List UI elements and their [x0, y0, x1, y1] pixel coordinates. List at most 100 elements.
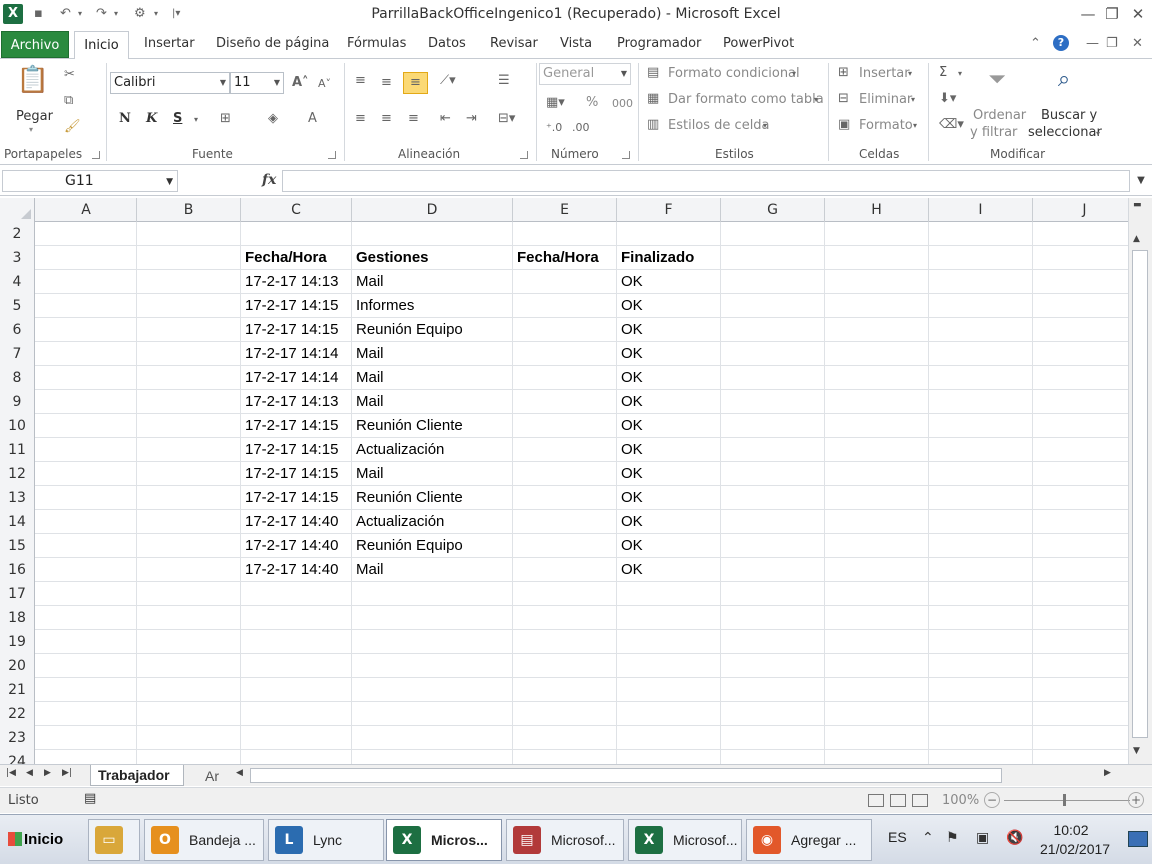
- cell-e14[interactable]: [513, 510, 617, 534]
- close-workbook-icon[interactable]: ✕: [1132, 36, 1143, 51]
- cell-h21[interactable]: [825, 678, 929, 702]
- align-top-icon[interactable]: ≡: [355, 73, 366, 88]
- cell-f2[interactable]: [617, 222, 721, 246]
- row-header[interactable]: 23: [0, 726, 35, 750]
- borders-icon[interactable]: ⊞: [220, 111, 231, 126]
- cell-j18[interactable]: [1033, 606, 1128, 630]
- cell-d5[interactable]: Informes: [352, 294, 513, 318]
- cell-d17[interactable]: [352, 582, 513, 606]
- cell-a18[interactable]: [36, 606, 137, 630]
- language-indicator[interactable]: ES: [888, 829, 907, 845]
- tab-page-layout[interactable]: Diseño de página: [216, 36, 329, 51]
- cell-b2[interactable]: [137, 222, 241, 246]
- network-icon[interactable]: ▣: [976, 830, 989, 846]
- cell-f19[interactable]: [617, 630, 721, 654]
- cell-f21[interactable]: [617, 678, 721, 702]
- column-header-b[interactable]: B: [137, 198, 241, 222]
- cell-c21[interactable]: [241, 678, 352, 702]
- normal-view-icon[interactable]: [868, 794, 884, 807]
- row-header[interactable]: 5: [0, 294, 35, 318]
- cell-g5[interactable]: [721, 294, 825, 318]
- formula-input[interactable]: [282, 170, 1130, 192]
- shrink-font-icon[interactable]: A˅: [318, 77, 331, 90]
- cell-j24[interactable]: [1033, 750, 1128, 764]
- column-header-g[interactable]: G: [721, 198, 825, 222]
- italic-button[interactable]: K: [146, 111, 157, 126]
- cell-b14[interactable]: [137, 510, 241, 534]
- cell-b12[interactable]: [137, 462, 241, 486]
- cell-e20[interactable]: [513, 654, 617, 678]
- thousands-button[interactable]: 000: [612, 97, 633, 110]
- cell-h12[interactable]: [825, 462, 929, 486]
- scroll-down-icon[interactable]: ▼: [1133, 746, 1140, 756]
- cell-c22[interactable]: [241, 702, 352, 726]
- name-box[interactable]: G11 ▼: [2, 170, 178, 192]
- taskbar-item-outlook[interactable]: O Bandeja ...: [144, 819, 264, 861]
- action-center-icon[interactable]: ⚑: [946, 830, 959, 846]
- row-header[interactable]: 16: [0, 558, 35, 582]
- cell-a23[interactable]: [36, 726, 137, 750]
- cell-b3[interactable]: [137, 246, 241, 270]
- tab-home[interactable]: Inicio: [74, 31, 129, 60]
- restore-icon[interactable]: ❐: [1100, 2, 1124, 26]
- cell-c18[interactable]: [241, 606, 352, 630]
- cell-c19[interactable]: [241, 630, 352, 654]
- row-header[interactable]: 24: [0, 750, 35, 764]
- cell-f18[interactable]: [617, 606, 721, 630]
- underline-dropdown-icon[interactable]: ▾: [194, 115, 198, 124]
- find-select-button[interactable]: Buscar y: [1041, 108, 1097, 123]
- volume-muted-icon[interactable]: 🔇: [1006, 830, 1023, 846]
- insert-cells-button[interactable]: Insertar: [859, 66, 910, 81]
- cell-a9[interactable]: [36, 390, 137, 414]
- cell-e7[interactable]: [513, 342, 617, 366]
- cell-i22[interactable]: [929, 702, 1033, 726]
- zoom-in-icon[interactable]: +: [1128, 792, 1144, 808]
- cell-g13[interactable]: [721, 486, 825, 510]
- cell-h6[interactable]: [825, 318, 929, 342]
- cell-j13[interactable]: [1033, 486, 1128, 510]
- cell-b5[interactable]: [137, 294, 241, 318]
- cell-e11[interactable]: [513, 438, 617, 462]
- cell-d21[interactable]: [352, 678, 513, 702]
- cell-c9[interactable]: 17-2-17 14:13: [241, 390, 352, 414]
- cell-d16[interactable]: Mail: [352, 558, 513, 582]
- cell-i17[interactable]: [929, 582, 1033, 606]
- cell-b7[interactable]: [137, 342, 241, 366]
- cell-e23[interactable]: [513, 726, 617, 750]
- cell-b16[interactable]: [137, 558, 241, 582]
- cell-i23[interactable]: [929, 726, 1033, 750]
- row-header[interactable]: 19: [0, 630, 35, 654]
- sheet-tab-second[interactable]: Ar: [188, 766, 228, 786]
- cell-b4[interactable]: [137, 270, 241, 294]
- hscroll-right-icon[interactable]: ▶: [1104, 768, 1111, 778]
- taskbar-item-firefox[interactable]: ◉ Agregar ...: [746, 819, 872, 861]
- cell-f7[interactable]: OK: [617, 342, 721, 366]
- cell-d18[interactable]: [352, 606, 513, 630]
- cell-f3[interactable]: Finalizado: [617, 246, 721, 270]
- cell-f4[interactable]: OK: [617, 270, 721, 294]
- clear-icon[interactable]: ⌫▾: [939, 117, 964, 132]
- fill-icon[interactable]: ⬇▾: [939, 91, 956, 106]
- zoom-level[interactable]: 100%: [942, 793, 979, 808]
- cell-e19[interactable]: [513, 630, 617, 654]
- cell-c4[interactable]: 17-2-17 14:13: [241, 270, 352, 294]
- cell-c7[interactable]: 17-2-17 14:14: [241, 342, 352, 366]
- tab-formulas[interactable]: Fórmulas: [347, 36, 406, 51]
- cell-j16[interactable]: [1033, 558, 1128, 582]
- cell-h11[interactable]: [825, 438, 929, 462]
- cell-c11[interactable]: 17-2-17 14:15: [241, 438, 352, 462]
- row-header[interactable]: 4: [0, 270, 35, 294]
- cell-f11[interactable]: OK: [617, 438, 721, 462]
- cell-c8[interactable]: 17-2-17 14:14: [241, 366, 352, 390]
- cell-g20[interactable]: [721, 654, 825, 678]
- cell-d20[interactable]: [352, 654, 513, 678]
- cell-g11[interactable]: [721, 438, 825, 462]
- tab-view[interactable]: Vista: [560, 36, 592, 51]
- cell-j2[interactable]: [1033, 222, 1128, 246]
- cell-i15[interactable]: [929, 534, 1033, 558]
- cell-e18[interactable]: [513, 606, 617, 630]
- cell-c13[interactable]: 17-2-17 14:15: [241, 486, 352, 510]
- cell-j6[interactable]: [1033, 318, 1128, 342]
- cell-g21[interactable]: [721, 678, 825, 702]
- cell-c17[interactable]: [241, 582, 352, 606]
